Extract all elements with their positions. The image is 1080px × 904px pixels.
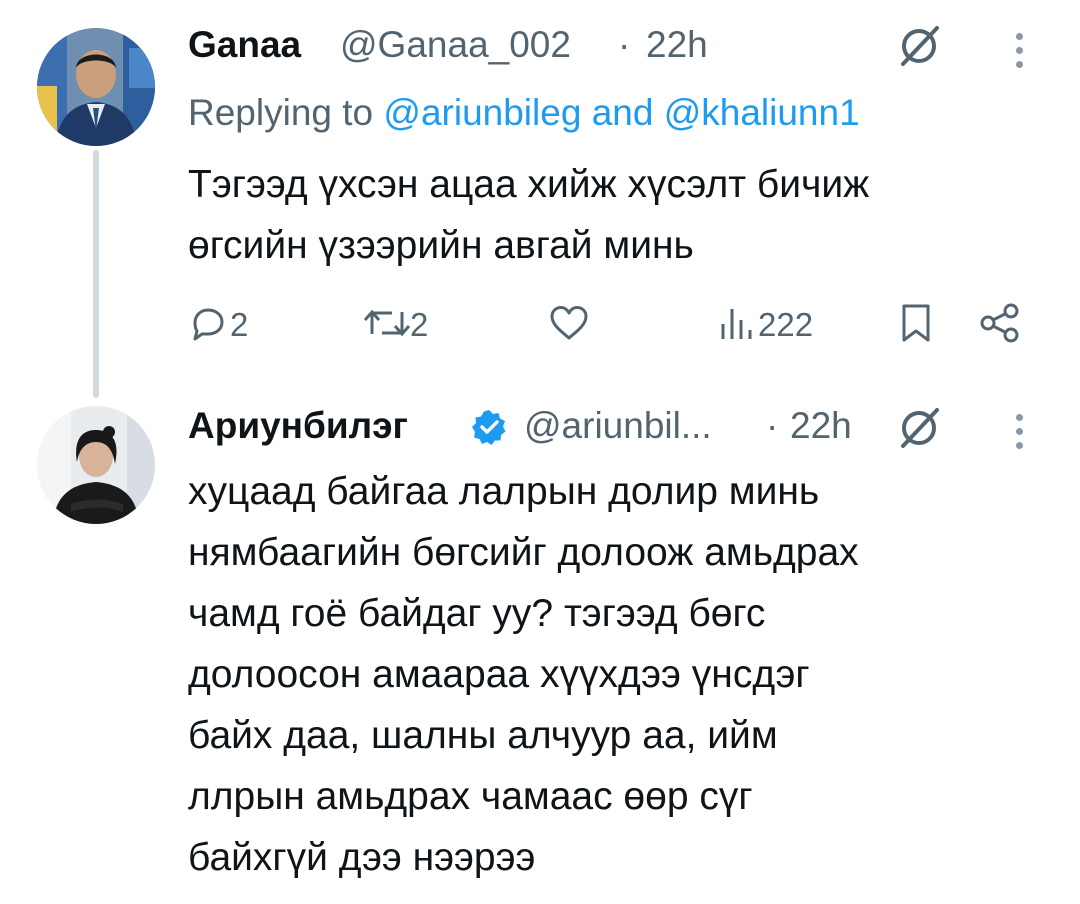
grok-icon[interactable] — [895, 22, 943, 75]
post-text-line: хуцаад байгаа лалрын долир минь — [188, 470, 820, 513]
post-text-line: байхгүй дээ нээрээ — [188, 836, 536, 879]
reply-to-link-khaliunn1[interactable]: @khaliunn1 — [664, 92, 860, 133]
reply-to-and: and — [591, 92, 654, 133]
more-icon[interactable] — [1016, 414, 1023, 449]
reply-author-name[interactable]: Ganaa — [188, 24, 301, 66]
like-icon — [550, 306, 588, 340]
reply-dot-separator: · — [618, 24, 631, 65]
more-icon[interactable] — [1016, 33, 1023, 68]
share-button[interactable] — [978, 302, 1022, 349]
reply-timestamp[interactable]: 22h — [646, 24, 708, 66]
replying-to-label: Replying to — [188, 92, 374, 133]
post-author-handle[interactable]: @ariunbil... — [524, 405, 712, 447]
reply-count: 2 — [230, 306, 249, 343]
reply-to-link-ariunbileg[interactable]: @ariunbileg — [383, 92, 581, 133]
reply-text-line: Тэгээд үхсэн ацаа хийж хүсэлт бичиж — [188, 163, 870, 206]
repost-count: 2 — [410, 306, 429, 343]
post-text: хуцаад байгаа лалрын долир минь нямбааги… — [188, 461, 859, 888]
bookmark-button[interactable] — [896, 302, 936, 349]
reply-text: Тэгээд үхсэн ацаа хийж хүсэлт бичиж өгси… — [188, 154, 869, 276]
avatar-ariunbileg[interactable] — [37, 406, 155, 524]
grok-icon[interactable] — [895, 404, 943, 457]
post-text-line: ллрын амьдрах чамаас өөр сүг — [188, 775, 753, 818]
post-timestamp[interactable]: 22h — [790, 405, 852, 447]
post-author-name[interactable]: Ариунбилэг — [188, 405, 408, 447]
post-text-line: байх даа, шалны алчуур аа, ийм — [188, 714, 778, 757]
post-text-line: долоосон амаараа хүүхдээ үнсдэг — [188, 653, 810, 696]
post-dot-separator: · — [766, 405, 779, 446]
reply-author-handle[interactable]: @Ganaa_002 — [340, 24, 571, 66]
repost-action-button[interactable] — [362, 304, 412, 347]
repost-icon — [363, 309, 411, 337]
avatar-ganaa[interactable] — [37, 28, 155, 146]
reply-action-button[interactable] — [188, 303, 228, 348]
share-icon — [980, 303, 1019, 343]
verified-badge-icon — [470, 408, 508, 451]
post-text-line: нямбаагийн бөгсийг долоож амьдрах — [188, 531, 859, 574]
reply-text-line: өгсийн үзээрийн авгай минь — [188, 224, 694, 267]
like-action-button[interactable] — [548, 304, 590, 347]
views-icon — [721, 309, 752, 339]
thread-line — [93, 150, 99, 398]
bookmark-icon — [902, 304, 930, 342]
post-text-line: чамд гоё байдаг уу? тэгээд бөгс — [188, 592, 766, 635]
views-count: 222 — [758, 306, 814, 343]
replying-to-line: Replying to @ariunbileg and @khaliunn1 — [188, 92, 860, 134]
reply-icon — [193, 308, 224, 341]
views-action-button[interactable] — [718, 304, 758, 347]
